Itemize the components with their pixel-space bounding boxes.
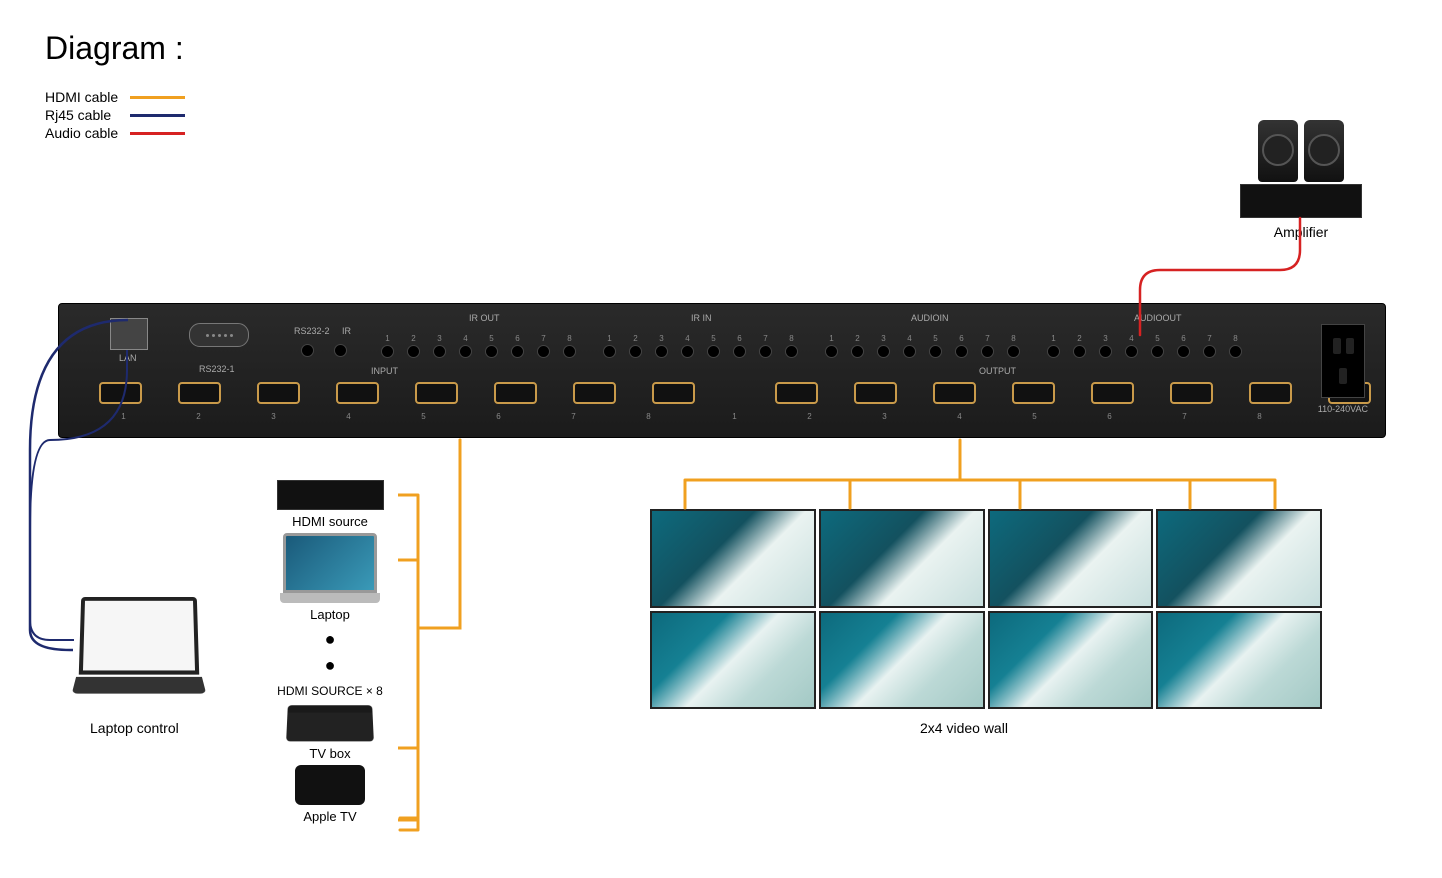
laptop-control — [74, 596, 204, 686]
lan-port — [110, 318, 148, 350]
video-wall-panel — [819, 611, 985, 710]
ir-in-label: IR IN — [691, 313, 712, 323]
audioout-label: AUDIOOUT — [1134, 313, 1182, 323]
legend-hdmi-label: HDMI cable — [45, 89, 130, 105]
audioin-label: AUDIOIN — [911, 313, 949, 323]
video-wall-panel — [988, 509, 1154, 608]
legend: HDMI cable Rj45 cable Audio cable — [45, 88, 185, 142]
ir-label: IR — [342, 326, 351, 336]
output-label: OUTPUT — [979, 366, 1016, 376]
video-wall-label: 2x4 video wall — [920, 720, 1008, 736]
legend-rj45-label: Rj45 cable — [45, 107, 130, 123]
rs232-2-label: RS232-2 — [294, 326, 330, 336]
lan-label: LAN — [119, 353, 137, 363]
tv-box-device — [286, 705, 374, 741]
power-port — [1321, 324, 1365, 398]
laptop-source-kb — [280, 593, 380, 603]
source-column: HDMI source Laptop ● ● HDMI SOURCE × 8 T… — [265, 480, 395, 828]
laptop-source-label: Laptop — [310, 603, 350, 626]
laptop-source-screen — [283, 533, 377, 593]
video-wall-panel — [988, 611, 1154, 710]
dots-2: ● — [325, 652, 336, 678]
rs232-2-jack — [301, 344, 314, 357]
voltage-label: 110-240VAC — [1318, 404, 1368, 414]
diagram-title: Diagram : — [45, 30, 184, 67]
rs232-1-label: RS232-1 — [199, 364, 235, 374]
hdmi-row — [99, 382, 1371, 404]
video-wall-panel — [650, 611, 816, 710]
legend-rj45: Rj45 cable — [45, 106, 185, 124]
speaker-right — [1304, 120, 1344, 182]
dots-1: ● — [325, 626, 336, 652]
amplifier-group: Amplifier — [1240, 120, 1362, 246]
hdmi-num-row-in: 12345678 — [116, 412, 656, 421]
hdmi-source-label: HDMI source — [292, 510, 368, 533]
legend-rj45-line — [130, 114, 185, 117]
ir-in-jacks: 12345678 — [603, 334, 798, 358]
audioin-jacks: 12345678 — [825, 334, 1020, 358]
matrix-switcher-unit: LAN RS232-1 RS232-2 IR IR OUT IR IN AUDI… — [58, 303, 1386, 438]
legend-hdmi-line — [130, 96, 185, 99]
ir-out-jacks: 12345678 — [381, 334, 576, 358]
video-wall-panel — [650, 509, 816, 608]
laptop-control-label: Laptop control — [90, 720, 179, 736]
amplifier-device — [1240, 184, 1362, 218]
amplifier-label: Amplifier — [1240, 218, 1362, 246]
tv-box-label: TV box — [309, 742, 350, 765]
ir-out-label: IR OUT — [469, 313, 500, 323]
hdmi-num-row-out: 12345678 — [727, 412, 1267, 421]
source-count-label: HDMI SOURCE × 8 — [277, 678, 383, 704]
cable-overlay — [0, 0, 1442, 878]
legend-audio: Audio cable — [45, 124, 185, 142]
audioout-jacks: 12345678 — [1047, 334, 1242, 358]
video-wall-panel — [1156, 611, 1322, 710]
video-wall-panel — [819, 509, 985, 608]
hdmi-source-device — [277, 480, 384, 510]
rs232-port — [189, 323, 249, 347]
video-wall — [650, 509, 1322, 709]
video-wall-panel — [1156, 509, 1322, 608]
legend-audio-line — [130, 132, 185, 135]
speaker-left — [1258, 120, 1298, 182]
legend-audio-label: Audio cable — [45, 125, 130, 141]
apple-tv-device — [295, 765, 365, 805]
input-label: INPUT — [371, 366, 398, 376]
apple-tv-label: Apple TV — [303, 805, 356, 828]
legend-hdmi: HDMI cable — [45, 88, 185, 106]
ir-jack — [334, 344, 347, 357]
